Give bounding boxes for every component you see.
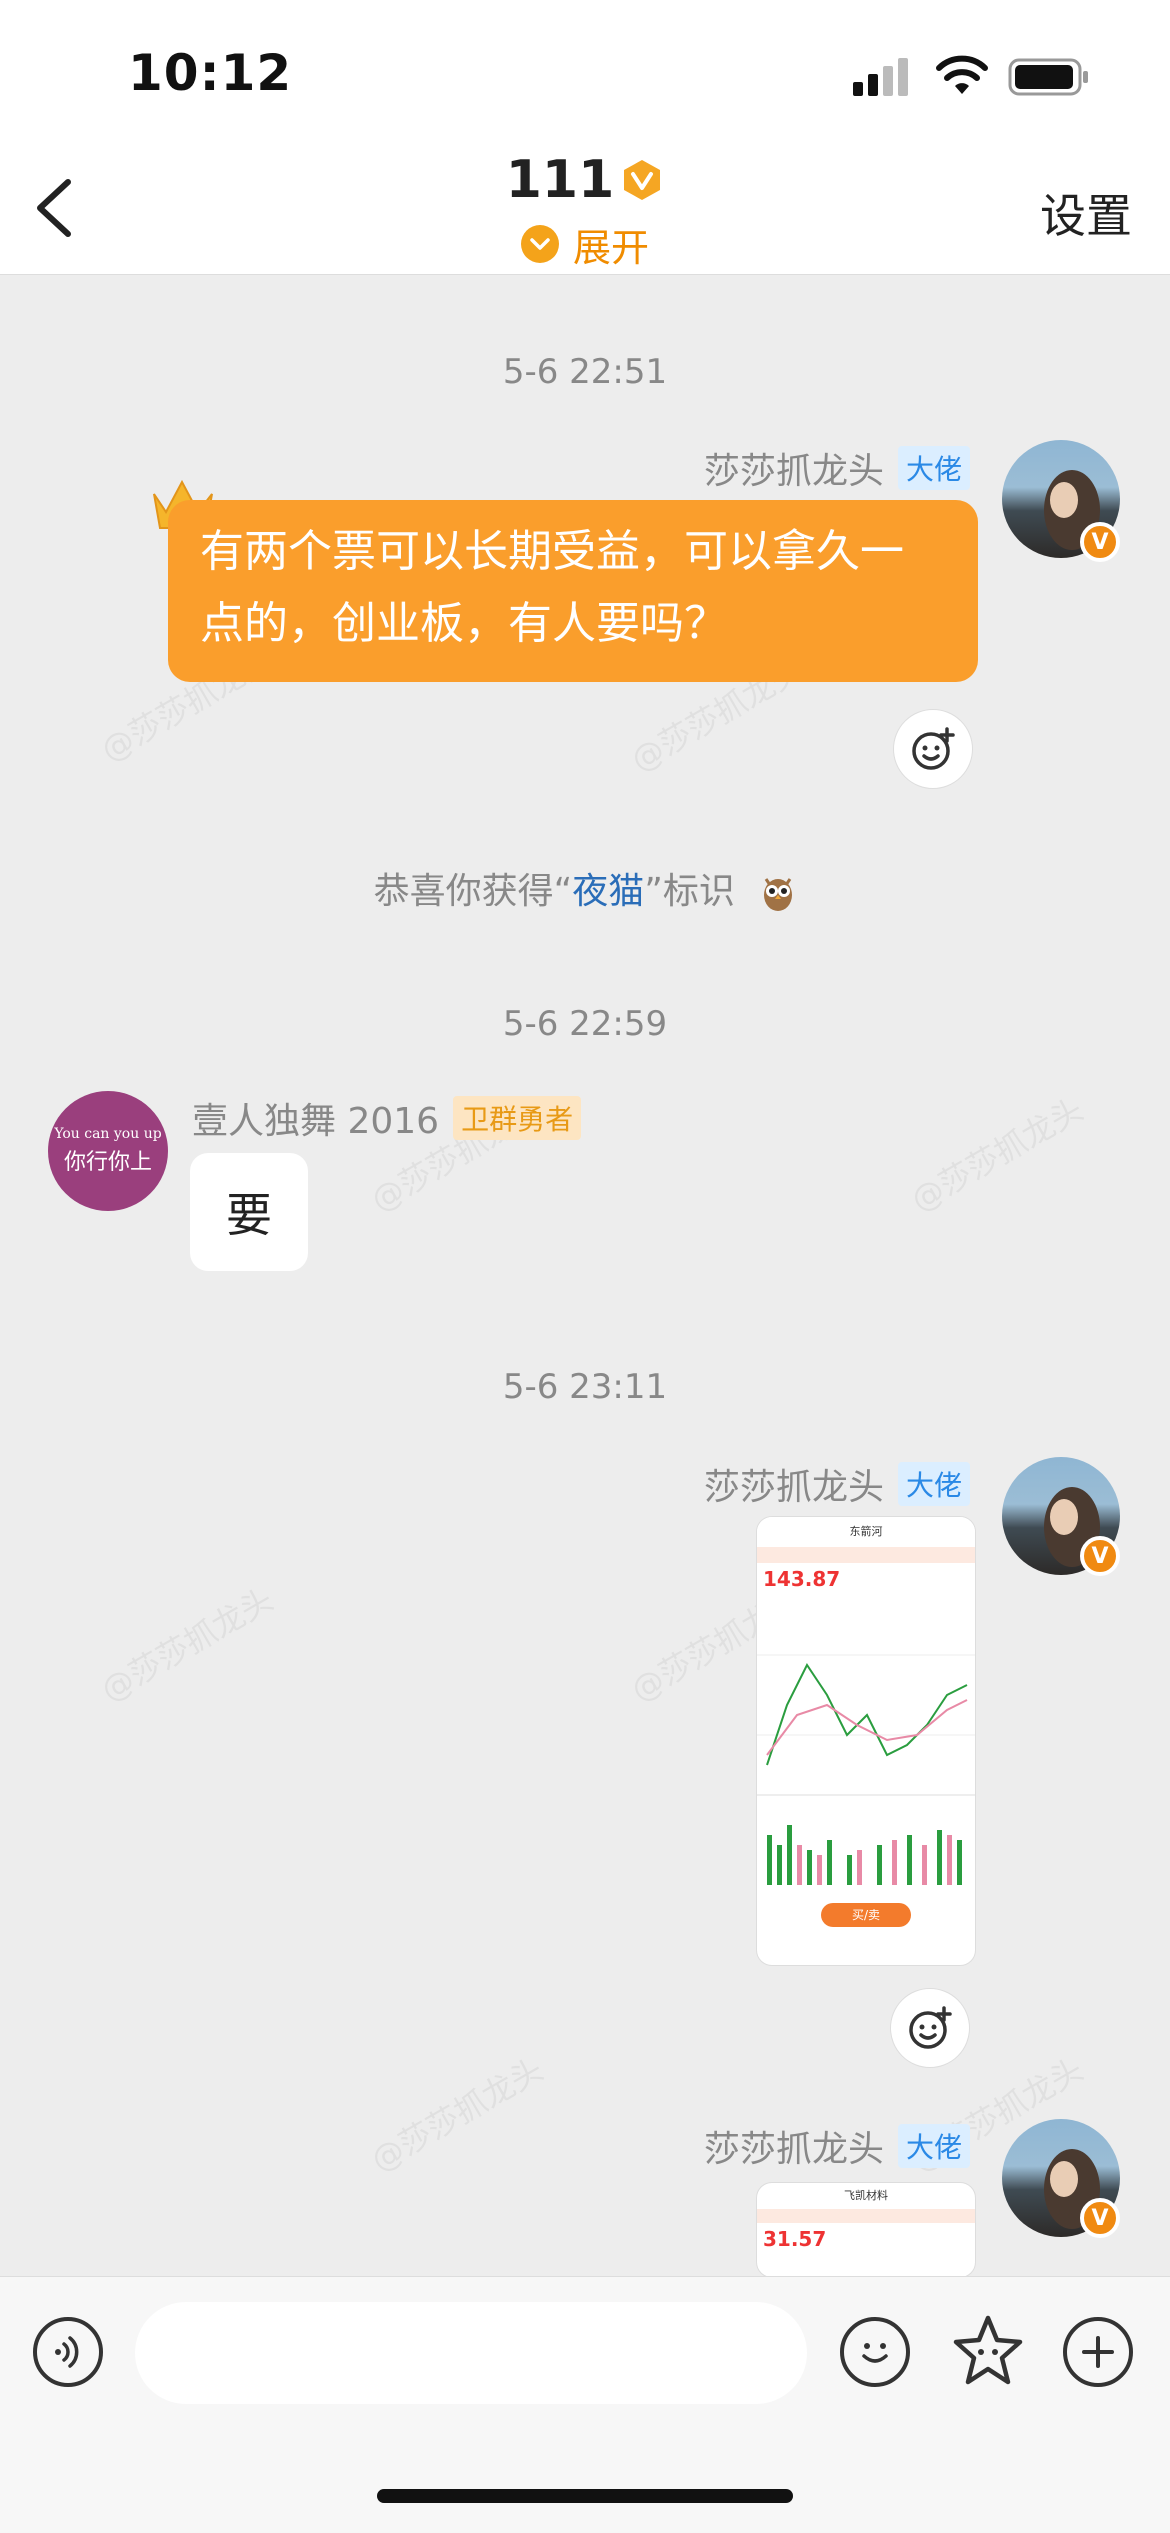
status-time: 10:12 (128, 44, 293, 102)
sender-tag: 大佬 (897, 2124, 970, 2168)
add-reaction-button[interactable] (893, 709, 973, 789)
watermark: @莎莎抓龙头 (904, 1090, 1090, 1220)
expand-container: 展开 (0, 216, 1170, 272)
message-bubble[interactable]: 要 (190, 1153, 308, 1271)
sender-name: 莎莎抓龙头 (703, 451, 884, 492)
notice-prefix: 恭喜你获得“ (373, 871, 573, 912)
chevron-down-icon (520, 225, 559, 263)
notice-highlight: 夜猫 (572, 871, 645, 912)
home-indicator[interactable] (377, 2489, 793, 2503)
message-timestamp: 5-6 22:59 (502, 1004, 668, 1044)
system-notice: 恭喜你获得“夜猫”标识 (0, 862, 1170, 914)
stock-price: 143.87 (763, 1567, 841, 1591)
more-options-button[interactable] (1063, 2317, 1133, 2387)
sender-name: 莎莎抓龙头 (703, 2129, 884, 2170)
notice-suffix: ”标识 (644, 871, 735, 912)
wifi-icon (936, 55, 988, 94)
message-timestamp: 5-6 22:51 (502, 352, 668, 392)
avatar-text-top: You can you up (54, 1126, 162, 1142)
emoji-add-icon (912, 727, 955, 770)
message-input[interactable] (135, 2302, 807, 2404)
candlestick-chart-image (757, 1595, 975, 1895)
cellular-signal-icon (853, 58, 908, 96)
verified-badge-icon (624, 160, 661, 200)
stock-screenshot-image[interactable]: 东箭河 143.87 买/卖 (756, 1516, 976, 1966)
avatar[interactable]: You can you up 你行你上 (48, 1091, 168, 1211)
watermark: @莎莎抓龙头 (364, 2050, 550, 2180)
verified-v-icon: V (1080, 522, 1120, 562)
watermark: @莎莎抓龙头 (94, 1580, 280, 1710)
expand-button[interactable]: 展开 (520, 217, 649, 272)
emoji-button[interactable] (840, 2317, 910, 2387)
sender-name: 壹人独舞 2016 (192, 1101, 440, 1142)
battery-icon (1008, 58, 1088, 96)
trade-button: 买/卖 (821, 1903, 911, 1927)
emoji-add-icon (909, 2006, 952, 2049)
sender-tag: 大佬 (897, 446, 970, 490)
message-timestamp: 5-6 23:11 (502, 1367, 668, 1407)
sender-header: 壹人独舞 2016 卫群勇者 (192, 1092, 582, 1144)
settings-button[interactable]: 设置 (1040, 180, 1132, 246)
stock-name: 东箭河 (757, 1517, 975, 1547)
owl-icon (764, 878, 793, 911)
voice-input-button[interactable] (33, 2317, 103, 2387)
favorite-sticker-button[interactable] (948, 2312, 1028, 2392)
sender-header: 莎莎抓龙头 大佬 (704, 1458, 970, 1510)
plus-icon (1082, 2336, 1114, 2368)
verified-v-icon: V (1080, 2198, 1120, 2238)
smiley-icon (862, 2343, 888, 2363)
verified-v-icon: V (1080, 1536, 1120, 1576)
chat-title-container: 111 (0, 150, 1170, 210)
chat-title: 111 (505, 150, 615, 210)
sender-header: 莎莎抓龙头 大佬 (704, 2120, 970, 2172)
sender-name: 莎莎抓龙头 (703, 1467, 884, 1508)
message-bubble[interactable]: 有两个票可以长期受益，可以拿久一点的，创业板，有人要吗？ (168, 500, 978, 682)
avatar-text-bottom: 你行你上 (63, 1150, 152, 1175)
voice-icon (55, 2336, 79, 2368)
sender-header: 莎莎抓龙头 大佬 (704, 442, 970, 494)
stock-price: 31.57 (763, 2227, 827, 2251)
sender-tag: 大佬 (897, 1462, 970, 1506)
sender-tag: 卫群勇者 (453, 1096, 582, 1140)
stock-screenshot-image[interactable]: 飞凯材料 31.57 (756, 2182, 976, 2278)
expand-label: 展开 (572, 225, 649, 270)
stock-name: 飞凯材料 (844, 2189, 888, 2202)
add-reaction-button[interactable] (890, 1988, 970, 2068)
